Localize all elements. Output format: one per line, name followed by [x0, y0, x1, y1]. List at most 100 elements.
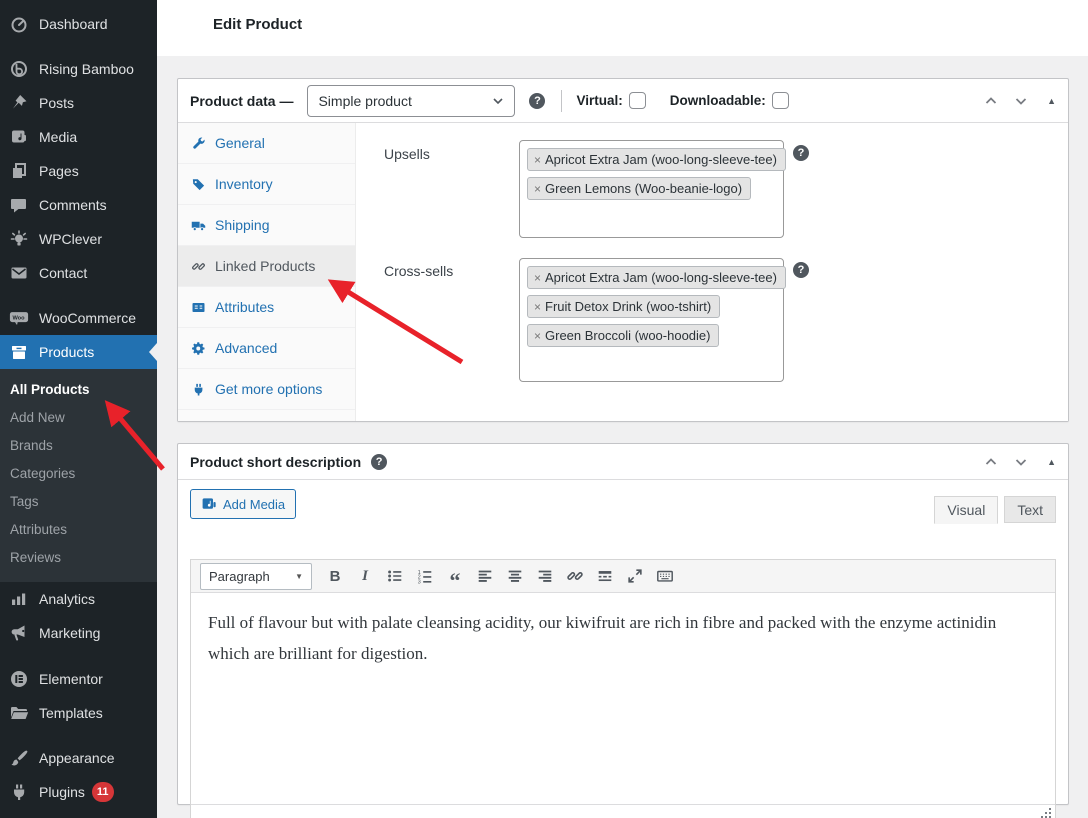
short-description-header: Product short description ? ▲ [178, 444, 1068, 480]
virtual-checkbox[interactable] [629, 92, 646, 109]
envelope-icon [9, 263, 29, 283]
submenu-tags[interactable]: Tags [0, 488, 157, 516]
downloadable-checkbox[interactable] [772, 92, 789, 109]
sidebar-item-media[interactable]: Media [0, 120, 157, 154]
paragraph-format-select[interactable]: Paragraph ▼ [200, 563, 312, 590]
italic-button[interactable]: I [350, 563, 380, 589]
move-up-icon[interactable] [983, 454, 999, 470]
upsells-help-icon[interactable]: ? [793, 145, 809, 161]
tab-inventory[interactable]: Inventory [178, 164, 355, 205]
submenu-add-new[interactable]: Add New [0, 404, 157, 432]
tab-visual[interactable]: Visual [934, 496, 998, 524]
help-icon[interactable]: ? [529, 93, 545, 109]
plugins-count-badge: 11 [92, 782, 114, 802]
upsell-tag[interactable]: ×Green Lemons (Woo-beanie-logo) [527, 177, 751, 200]
chevron-down-icon [491, 94, 505, 108]
cross-sell-tag[interactable]: ×Fruit Detox Drink (woo-tshirt) [527, 295, 720, 318]
paintbrush-icon [9, 748, 29, 768]
virtual-label: Virtual: [576, 93, 622, 108]
cross-sell-tag[interactable]: ×Apricot Extra Jam (woo-long-sleeve-tee) [527, 266, 786, 289]
sidebar-item-plugins[interactable]: Plugins 11 [0, 775, 157, 809]
remove-icon[interactable]: × [534, 271, 541, 285]
sidebar-item-analytics[interactable]: Analytics [0, 582, 157, 616]
insert-link-button[interactable] [560, 563, 590, 589]
tab-general[interactable]: General [178, 123, 355, 164]
elementor-icon [9, 669, 29, 689]
pin-icon [9, 93, 29, 113]
keyboard-shortcuts-button[interactable] [650, 563, 680, 589]
submenu-attributes[interactable]: Attributes [0, 516, 157, 544]
woocommerce-icon: Woo [9, 308, 29, 328]
sidebar-item-comments[interactable]: Comments [0, 188, 157, 222]
svg-text:Woo: Woo [12, 315, 25, 321]
sidebar-item-marketing[interactable]: Marketing [0, 616, 157, 650]
align-right-button[interactable] [530, 563, 560, 589]
truck-icon [191, 218, 206, 233]
product-type-select[interactable]: Simple product [307, 85, 515, 117]
rising-bamboo-icon [9, 59, 29, 79]
remove-icon[interactable]: × [534, 300, 541, 314]
upsell-tag[interactable]: ×Apricot Extra Jam (woo-long-sleeve-tee) [527, 148, 786, 171]
dashboard-icon [9, 14, 29, 34]
tab-get-more-options[interactable]: Get more options [178, 369, 355, 410]
gear-icon [191, 341, 206, 356]
sidebar-item-posts[interactable]: Posts [0, 86, 157, 120]
cross-sells-help-icon[interactable]: ? [793, 262, 809, 278]
toggle-panel-icon[interactable]: ▲ [1047, 457, 1056, 467]
blockquote-button[interactable]: “ [440, 563, 470, 589]
toggle-panel-icon[interactable]: ▲ [1047, 96, 1056, 106]
products-icon [9, 342, 29, 362]
sidebar-item-rising-bamboo[interactable]: Rising Bamboo [0, 52, 157, 86]
help-icon[interactable]: ? [371, 454, 387, 470]
move-down-icon[interactable] [1013, 93, 1029, 109]
downloadable-label: Downloadable: [670, 93, 766, 108]
numbered-list-button[interactable]: 123 [410, 563, 440, 589]
upsells-select[interactable]: ×Apricot Extra Jam (woo-long-sleeve-tee)… [519, 140, 784, 238]
product-type-value: Simple product [318, 93, 411, 109]
remove-icon[interactable]: × [534, 329, 541, 343]
sidebar-item-contact[interactable]: Contact [0, 256, 157, 290]
sidebar-item-pages[interactable]: Pages [0, 154, 157, 188]
product-data-title: Product data — [190, 93, 293, 109]
plug-icon [191, 382, 206, 397]
visual-editor: Paragraph ▼ B I 123 “ [190, 559, 1056, 818]
card-icon [191, 300, 206, 315]
submenu-all-products[interactable]: All Products [0, 376, 157, 404]
move-down-icon[interactable] [1013, 454, 1029, 470]
sidebar-item-templates[interactable]: Templates [0, 696, 157, 730]
folder-icon [9, 703, 29, 723]
cross-sell-tag[interactable]: ×Green Broccoli (woo-hoodie) [527, 324, 719, 347]
sidebar-item-appearance[interactable]: Appearance [0, 741, 157, 775]
editor-content[interactable]: Full of flavour but with palate cleansin… [191, 593, 1055, 804]
sidebar-item-elementor[interactable]: Elementor [0, 662, 157, 696]
tab-advanced[interactable]: Advanced [178, 328, 355, 369]
divider [561, 90, 562, 112]
align-left-button[interactable] [470, 563, 500, 589]
sidebar-item-woocommerce[interactable]: Woo WooCommerce [0, 301, 157, 335]
sidebar-item-products[interactable]: Products [0, 335, 157, 369]
fullscreen-button[interactable] [620, 563, 650, 589]
submenu-brands[interactable]: Brands [0, 432, 157, 460]
product-data-tabs: General Inventory Shipping Linked Produc… [178, 123, 356, 421]
bullet-list-button[interactable] [380, 563, 410, 589]
submenu-reviews[interactable]: Reviews [0, 544, 157, 572]
add-media-button[interactable]: Add Media [190, 489, 296, 519]
sidebar-item-dashboard[interactable]: Dashboard [0, 7, 157, 41]
tab-attributes[interactable]: Attributes [178, 287, 355, 328]
cross-sells-select[interactable]: ×Apricot Extra Jam (woo-long-sleeve-tee)… [519, 258, 784, 382]
bold-button[interactable]: B [320, 563, 350, 589]
read-more-button[interactable] [590, 563, 620, 589]
resize-grip-icon[interactable] [1039, 806, 1053, 818]
short-description-panel: Product short description ? ▲ Add Media … [177, 443, 1069, 805]
tab-shipping[interactable]: Shipping [178, 205, 355, 246]
tab-linked-products[interactable]: Linked Products [178, 246, 355, 287]
submenu-categories[interactable]: Categories [0, 460, 157, 488]
product-data-panel: Product data — Simple product ? Virtual:… [177, 78, 1069, 422]
svg-text:3: 3 [418, 580, 421, 585]
sidebar-item-wpclever[interactable]: WPClever [0, 222, 157, 256]
align-center-button[interactable] [500, 563, 530, 589]
move-up-icon[interactable] [983, 93, 999, 109]
remove-icon[interactable]: × [534, 153, 541, 167]
tab-text[interactable]: Text [1004, 496, 1056, 523]
remove-icon[interactable]: × [534, 182, 541, 196]
